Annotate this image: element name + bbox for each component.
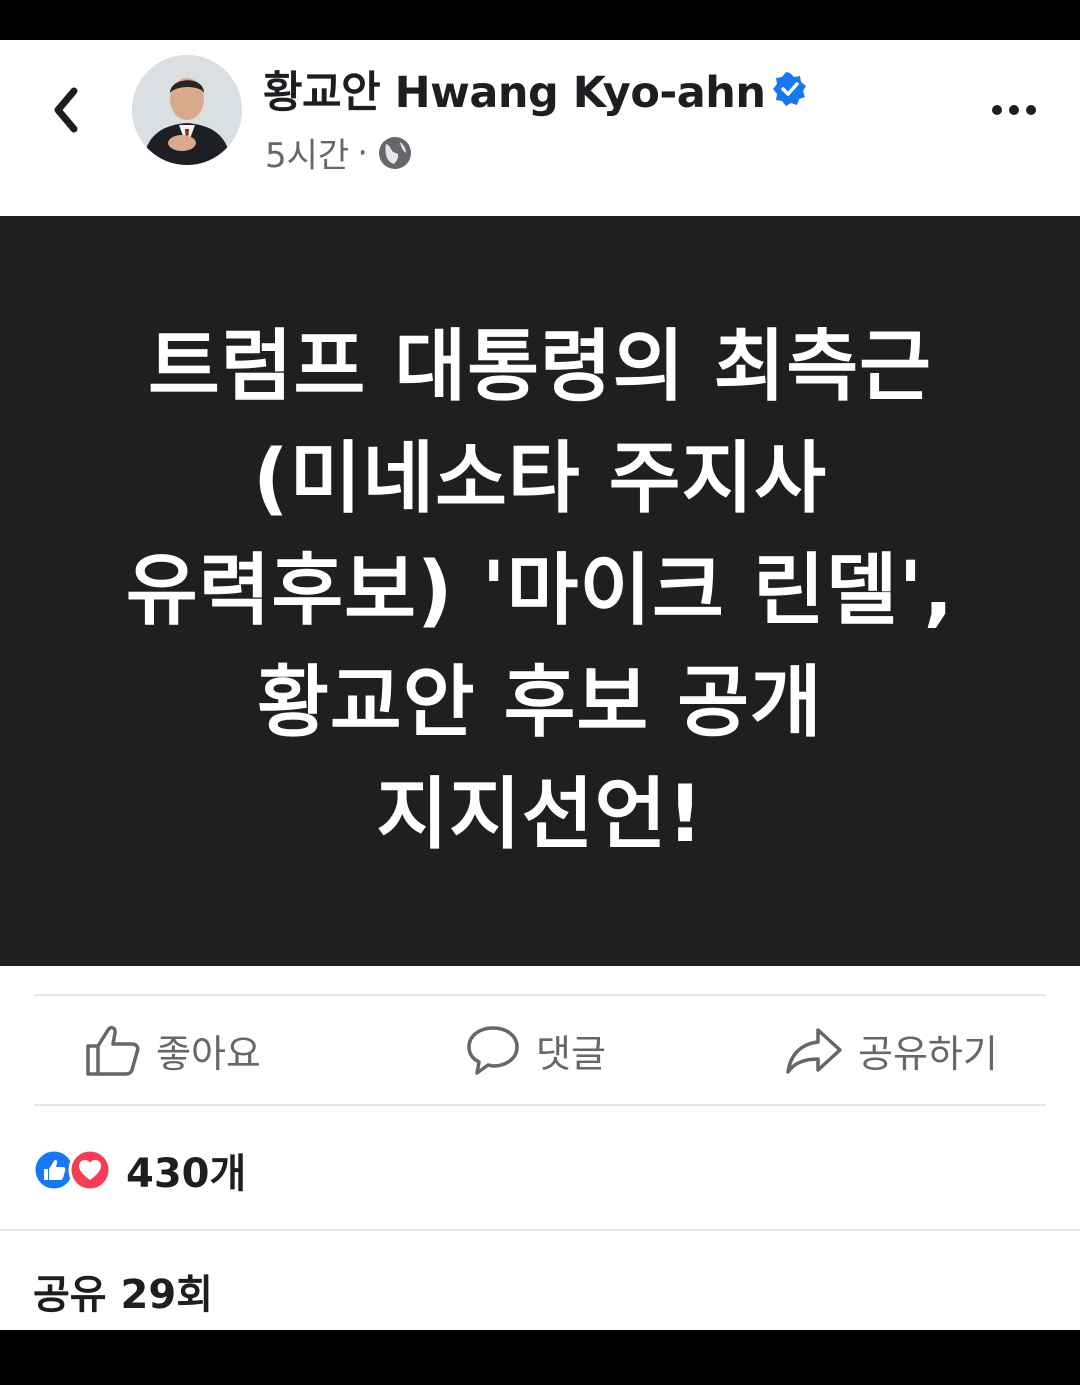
chevron-left-icon: [54, 87, 78, 133]
share-count[interactable]: 공유 29회: [33, 1262, 213, 1320]
post-image[interactable]: 트럼프 대통령의 최측근 (미네소타 주지사 유력후보) '마이크 린델', 황…: [0, 216, 1080, 966]
love-reaction-icon: [68, 1148, 112, 1192]
share-icon: [786, 1028, 842, 1074]
screen: 황교안 Hwang Kyo-ahn 5시간 · 트럼프 대통령의 최측근 (미네…: [0, 0, 1080, 1385]
more-options-button[interactable]: [986, 90, 1042, 130]
comment-button[interactable]: 댓글: [464, 1010, 606, 1090]
reactions-summary[interactable]: 430개: [32, 1140, 246, 1200]
divider-bottom: [0, 1229, 1080, 1231]
author-name[interactable]: 황교안 Hwang Kyo-ahn: [263, 58, 807, 120]
like-label: 좋아요: [156, 1031, 261, 1076]
divider-top: [34, 994, 1046, 996]
divider-middle: [34, 1104, 1046, 1106]
post-card: 황교안 Hwang Kyo-ahn 5시간 · 트럼프 대통령의 최측근 (미네…: [0, 40, 1080, 1330]
share-button[interactable]: 공유하기: [784, 1010, 998, 1090]
verified-badge-icon: [773, 72, 807, 106]
comment-icon: [467, 1026, 519, 1075]
avatar[interactable]: [132, 55, 242, 165]
reaction-count: 430개: [126, 1151, 247, 1197]
post-meta: 5시간 ·: [265, 128, 414, 177]
back-button[interactable]: [40, 82, 90, 138]
meta-separator: ·: [357, 132, 369, 173]
like-button[interactable]: 좋아요: [84, 1010, 261, 1090]
comment-label: 댓글: [536, 1031, 606, 1076]
post-image-text: 트럼프 대통령의 최측근 (미네소타 주지사 유력후보) '마이크 린델', 황…: [125, 322, 955, 860]
share-label: 공유하기: [858, 1031, 998, 1076]
avatar-portrait: [132, 55, 242, 165]
thumbs-up-icon: [86, 1025, 140, 1076]
author-name-text: 황교안 Hwang Kyo-ahn: [263, 68, 766, 118]
globe-icon: [379, 136, 412, 169]
timestamp[interactable]: 5시간: [265, 128, 349, 177]
ellipsis-icon: [992, 105, 1036, 115]
